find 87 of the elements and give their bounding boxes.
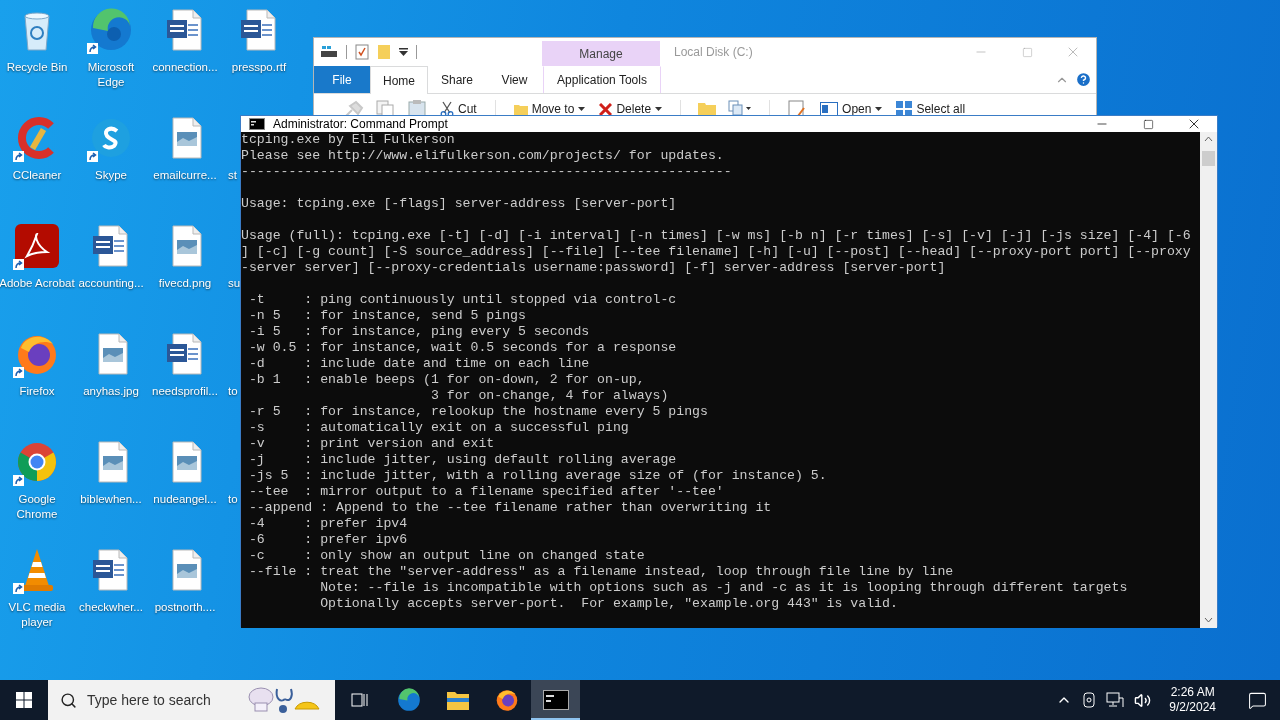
console-line: --file : treat the "server-address" as a filename instead, loop through file line by line bbox=[247, 564, 954, 580]
caret-icon[interactable] bbox=[399, 48, 408, 56]
clock-time: 2:26 AM bbox=[1170, 685, 1215, 700]
console-line: -server server] [--proxy-credentials username:password] [-f] server-address [server-port] bbox=[241, 260, 946, 276]
help-icon[interactable] bbox=[1075, 71, 1092, 88]
desktop-icon-label[interactable]: Skype bbox=[73, 168, 149, 183]
desktop-icon-label[interactable]: Recycle Bin bbox=[0, 60, 75, 75]
console-line: -js 5 : include jitter, with a rolling average size of (for instance) 5. bbox=[247, 468, 827, 484]
network-icon[interactable] bbox=[1106, 692, 1125, 708]
console-line: ] [-c] [-g count] [-S source_address] [--file] [--tee filename] [-h] [-u] [--post] [--head] [--proxy-port port] [--proxy bbox=[241, 244, 1191, 260]
ribbon-command[interactable]: Move to bbox=[511, 100, 588, 118]
scrollbar[interactable] bbox=[1200, 132, 1217, 628]
desktop-icon-label[interactable]: CCleaner bbox=[0, 168, 75, 183]
search-field[interactable]: Type here to search bbox=[87, 692, 237, 708]
task-view-icon bbox=[350, 692, 369, 708]
console-line: -b 1 : enable beeps (1 for on-down, 2 for on-up, bbox=[247, 372, 645, 388]
console-line: Note: --file is incompatible with options such as -j and -c as it is looping through different targets bbox=[319, 580, 1128, 596]
folder-icon bbox=[445, 689, 470, 711]
desktop-icon-label[interactable]: connection... bbox=[147, 60, 223, 75]
console-line: -t : ping continuously until stopped via control-c bbox=[247, 292, 677, 308]
console-line: Usage: tcping.exe [-flags] server-address [server-port] bbox=[241, 196, 677, 212]
ribbon-tab[interactable]: Home bbox=[370, 66, 428, 94]
console-line: --tee : mirror output to a filename specified after '--tee' bbox=[247, 484, 724, 500]
desktop-icon-label[interactable]: Google Chrome bbox=[0, 492, 75, 522]
desktop-icon-label[interactable]: anyhas.jpg bbox=[73, 384, 149, 399]
desktop-icon-label[interactable]: Microsoft Edge bbox=[73, 60, 149, 90]
maximize-icon bbox=[1142, 118, 1154, 130]
console-line: -6 : prefer ipv6 bbox=[247, 532, 408, 548]
console-line: -w 0.5 : for instance, wait 0.5 seconds for a response bbox=[247, 340, 677, 356]
volume-icon[interactable] bbox=[1134, 691, 1152, 709]
desktop-icon-label[interactable]: to bbox=[222, 384, 238, 399]
console-line: 3 for on-change, 4 for always) bbox=[429, 388, 669, 404]
close-icon bbox=[599, 102, 613, 116]
clock[interactable]: 2:26 AM 9/2/2024 bbox=[1161, 685, 1224, 715]
console-line: Optionally accepts server-port. For example, "example.org 443" is valid. bbox=[319, 596, 898, 612]
device-icon[interactable] bbox=[1082, 692, 1097, 708]
desktop-icon-label[interactable]: postnorth.... bbox=[147, 600, 223, 615]
window-title: Local Disk (C:) bbox=[673, 44, 754, 61]
file-tab[interactable]: File bbox=[314, 66, 370, 93]
desktop-icon-label[interactable]: biblewhen... bbox=[73, 492, 149, 507]
console-line: -j : include jitter, using default rolling average bbox=[247, 452, 677, 468]
desktop-icon-label[interactable]: checkwher... bbox=[73, 600, 149, 615]
checklist-icon[interactable] bbox=[355, 44, 369, 60]
desktop-icon-label[interactable]: presspo.rtf bbox=[221, 60, 297, 75]
windows-logo-icon bbox=[16, 692, 32, 708]
console-line: -n 5 : for instance, send 5 pings bbox=[247, 308, 526, 324]
speech-bubble-icon bbox=[1247, 690, 1267, 710]
copy-icon[interactable] bbox=[727, 100, 754, 118]
clock-date: 9/2/2024 bbox=[1169, 700, 1216, 715]
window-title: Administrator: Command Prompt bbox=[272, 116, 449, 132]
desktop-icon-label[interactable]: st bbox=[222, 168, 237, 183]
console-line: --append : Append to the --tee filename rather than overwriting it bbox=[247, 500, 772, 516]
desktop-icon-label[interactable]: VLC media player bbox=[0, 600, 75, 630]
console-line: -r 5 : for instance, relookup the hostname every 5 pings bbox=[247, 404, 708, 420]
taskbar-app-button[interactable] bbox=[531, 680, 580, 720]
console-line: -s : automatically exit on a successful ping bbox=[247, 420, 629, 436]
search-bar[interactable]: Type here to search bbox=[48, 680, 335, 720]
terminal-icon bbox=[542, 690, 569, 710]
console-line: Usage (full): tcping.exe [-t] [-d] [-i interval] [-n times] [-w ms] [-b n] [-r times] [-s] [-v] [-j] [-js size] [-4] [-6 bbox=[241, 228, 1191, 244]
console-line: -c : only show an output line on changed state bbox=[247, 548, 645, 564]
console-line: Please see http://www.elifulkerson.com/projects/ for updates. bbox=[241, 148, 724, 164]
scroll-down-icon[interactable] bbox=[1204, 617, 1213, 623]
search-icon bbox=[60, 691, 77, 709]
desktop-icon-label[interactable]: nudeangel... bbox=[147, 492, 223, 507]
ribbon-command[interactable]: Delete bbox=[597, 100, 665, 118]
console-line: -i 5 : for instance, ping every 5 seconds bbox=[247, 324, 590, 340]
console-line: -v : print version and exit bbox=[247, 436, 495, 452]
pdf-app-icon bbox=[13, 222, 61, 270]
desktop-icon-label[interactable]: needsprofil... bbox=[147, 384, 223, 399]
console-line: -4 : prefer ipv4 bbox=[247, 516, 408, 532]
scroll-up-icon[interactable] bbox=[1204, 136, 1213, 142]
desktop-icon-label[interactable]: su bbox=[222, 276, 241, 291]
desktop-icon-label[interactable]: emailcurre... bbox=[147, 168, 223, 183]
ribbon-tab[interactable]: Application Tools bbox=[543, 66, 661, 93]
browser-icon bbox=[395, 687, 422, 713]
maximize-icon bbox=[1021, 46, 1033, 58]
context-tab-group-label: Manage bbox=[542, 41, 660, 66]
desktop-icon-label[interactable]: Adobe Acrobat bbox=[0, 276, 75, 291]
scrollbar-thumb[interactable] bbox=[1202, 151, 1215, 166]
desktop-icon-label[interactable]: to bbox=[222, 492, 238, 507]
computer-icon[interactable] bbox=[320, 45, 338, 59]
terminal-icon bbox=[249, 118, 265, 130]
console-line: tcping.exe by Eli Fulkerson bbox=[241, 132, 455, 148]
console-line: -d : include date and time on each line bbox=[247, 356, 590, 372]
desktop-icon-label[interactable]: Firefox bbox=[0, 384, 75, 399]
console-line: -------------------------------------------------------------- bbox=[241, 164, 732, 180]
desktop-icon-label[interactable]: fivecd.png bbox=[147, 276, 223, 291]
